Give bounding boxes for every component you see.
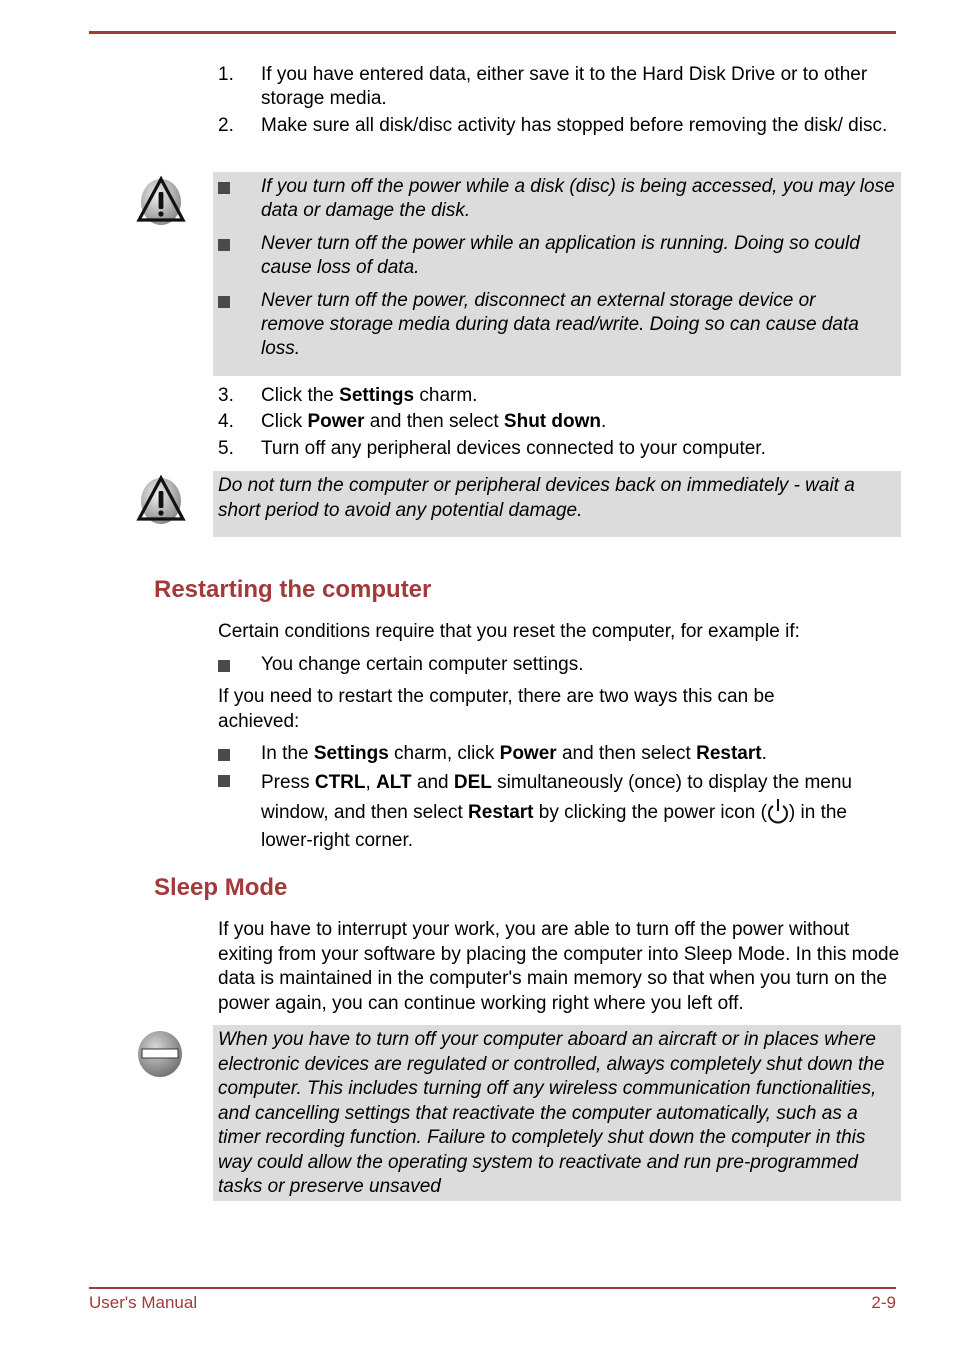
restart-intro: Certain conditions require that you rese… (218, 621, 800, 642)
list-item-text: Press CTRL, ALT and DEL simultaneously (… (261, 772, 853, 851)
section-heading-sleep: Sleep Mode (154, 874, 288, 901)
step-item: 4. Click Power and then select Shut down… (218, 410, 898, 434)
caution-text: Never turn off the power, disconnect an … (261, 290, 859, 359)
caution-text: Do not turn the computer or peripheral d… (218, 475, 855, 521)
step-text: Click the Settings charm. (261, 385, 478, 406)
step-item: 5. Turn off any peripheral devices conne… (218, 437, 898, 461)
footer-title: User's Manual (89, 1293, 198, 1312)
caution-bullet: Never turn off the power while an applic… (218, 232, 878, 280)
step-text: If you have entered data, either save it… (261, 64, 868, 109)
step-item: 2. Make sure all disk/disc activity has … (218, 114, 898, 138)
step-item: 1. If you have entered data, either save… (218, 63, 898, 111)
step-number: 3. (218, 385, 234, 406)
bullet-square-icon (218, 749, 230, 761)
bullet-square-icon (218, 182, 230, 194)
step-text: Click Power and then select Shut down. (261, 411, 607, 432)
sleep-paragraph: If you have to interrupt your work, you … (218, 919, 900, 1014)
warning-triangle-icon (136, 175, 186, 225)
header-rule (89, 31, 896, 34)
caution-text: If you turn off the power while a disk (… (261, 176, 895, 221)
prohibited-icon (138, 1031, 182, 1077)
bullet-square-icon (218, 296, 230, 308)
warning-text: When you have to turn off your computer … (218, 1029, 885, 1197)
restart-ways-intro: If you need to restart the computer, the… (218, 686, 775, 732)
caution-bullet: Never turn off the power, disconnect an … (218, 289, 878, 361)
bullet-square-icon (218, 775, 230, 787)
step-text: Turn off any peripheral devices connecte… (261, 438, 766, 459)
list-item: You change certain computer settings. (218, 653, 898, 677)
footer-rule (89, 1287, 896, 1289)
list-item-text: You change certain computer settings. (261, 654, 584, 675)
step-item: 3. Click the Settings charm. (218, 384, 898, 408)
list-item-text: In the Settings charm, click Power and t… (261, 743, 767, 764)
warning-triangle-icon (136, 474, 186, 524)
step-number: 5. (218, 438, 234, 459)
bullet-square-icon (218, 239, 230, 251)
step-text: Make sure all disk/disc activity has sto… (261, 115, 888, 136)
warning-note: When you have to turn off your computer … (213, 1025, 901, 1201)
caution-note: Do not turn the computer or peripheral d… (213, 471, 901, 537)
caution-bullet: If you turn off the power while a disk (… (218, 175, 901, 223)
list-item: Press CTRL, ALT and DEL simultaneously (… (218, 769, 898, 856)
step-number: 4. (218, 411, 234, 432)
step-number: 2. (218, 115, 234, 136)
caution-note: If you turn off the power while a disk (… (213, 172, 901, 376)
power-icon (767, 798, 788, 823)
section-heading-restart: Restarting the computer (154, 576, 432, 603)
bullet-square-icon (218, 660, 230, 672)
caution-text: Never turn off the power while an applic… (261, 233, 860, 278)
page-number: 2-9 (871, 1293, 896, 1312)
step-number: 1. (218, 64, 234, 85)
list-item: In the Settings charm, click Power and t… (218, 742, 898, 766)
